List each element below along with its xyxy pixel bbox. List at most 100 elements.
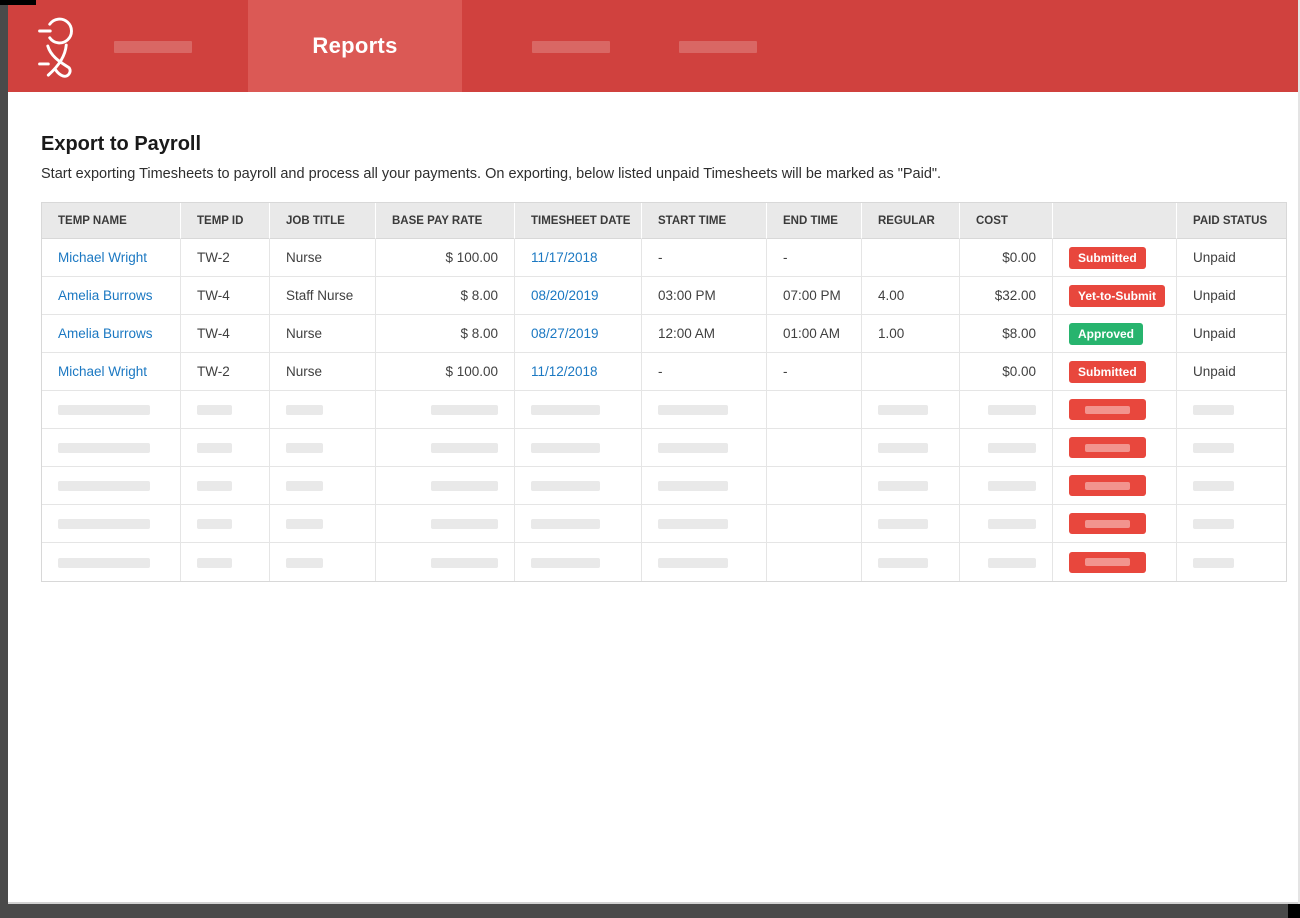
start-time-cell: - [642,353,767,391]
page-title: Export to Payroll [41,132,1298,156]
job-title-cell: Staff Nurse [270,277,376,315]
skeleton-bar [431,405,498,415]
skeleton-bar [286,481,323,491]
skeleton-bar [988,558,1036,568]
skeleton-bar [1085,406,1130,414]
skeleton-bar [431,443,498,453]
column-header-job-title: JOB TITLE [270,203,376,239]
skeleton-bar [431,481,498,491]
base-pay-rate-cell: $ 8.00 [376,277,515,315]
nav-item-placeholder-2[interactable] [532,41,610,53]
skeleton-bar [286,558,323,568]
tab-reports-label: Reports [312,33,397,59]
end-time-cell: - [767,353,862,391]
skeleton-table-row [42,543,1286,581]
end-time-cell: - [767,239,862,277]
skeleton-bar [1085,482,1130,490]
start-time-cell: - [642,239,767,277]
window-frame-left [0,0,8,918]
cost-cell: $0.00 [960,353,1053,391]
skeleton-bar [988,481,1036,491]
temp-name-link[interactable]: Amelia Burrows [58,288,153,303]
end-time-cell: 01:00 AM [767,315,862,353]
skeleton-bar [431,519,498,529]
skeleton-bar [1193,558,1234,568]
base-pay-rate-cell: $ 100.00 [376,353,515,391]
app-window: Reports Export to Payroll Start exportin… [8,0,1298,904]
skeleton-bar [58,443,150,453]
skeleton-bar [58,519,150,529]
paid-status-cell: Unpaid [1177,315,1286,353]
skeleton-bar [1193,443,1234,453]
skeleton-bar [658,558,728,568]
paid-status-cell: Unpaid [1177,353,1286,391]
skeleton-status-badge [1069,437,1146,458]
job-title-cell: Nurse [270,315,376,353]
column-header-end-time: END TIME [767,203,862,239]
skeleton-bar [878,405,928,415]
timesheet-date-link[interactable]: 11/17/2018 [531,250,598,265]
skeleton-status-badge [1069,513,1146,534]
page-description: Start exporting Timesheets to payroll an… [41,164,1298,184]
skeleton-bar [531,405,600,415]
nav-item-placeholder-3[interactable] [679,41,757,53]
tab-reports[interactable]: Reports [248,0,462,92]
window-frame-bottom [0,904,1300,918]
app-logo-icon[interactable] [34,15,82,79]
paid-status-cell: Unpaid [1177,277,1286,315]
table-body: Michael Wright TW-2 Nurse $ 100.00 11/17… [42,239,1286,581]
skeleton-table-row [42,467,1286,505]
column-header-temp-name: TEMP NAME [42,203,181,239]
table-row: Michael Wright TW-2 Nurse $ 100.00 11/12… [42,353,1286,391]
nav-item-placeholder-1[interactable] [114,41,192,53]
timesheet-date-link[interactable]: 08/27/2019 [531,326,599,341]
skeleton-bar [531,558,600,568]
skeleton-bar [878,519,928,529]
skeleton-bar [197,443,232,453]
window-corner-bottom-right [1288,904,1300,918]
skeleton-bar [58,481,150,491]
skeleton-bar [988,405,1036,415]
timesheet-date-link[interactable]: 08/20/2019 [531,288,599,303]
skeleton-bar [58,558,150,568]
table-row: Amelia Burrows TW-4 Staff Nurse $ 8.00 0… [42,277,1286,315]
skeleton-bar [286,405,323,415]
timesheet-table-container: TEMP NAME TEMP ID JOB TITLE BASE PAY RAT… [41,202,1287,582]
temp-name-link[interactable]: Amelia Burrows [58,326,153,341]
skeleton-bar [58,405,150,415]
top-nav-bar: Reports [8,0,1298,92]
start-time-cell: 12:00 AM [642,315,767,353]
job-title-cell: Nurse [270,239,376,277]
skeleton-bar [1193,405,1234,415]
column-header-regular: REGULAR [862,203,960,239]
temp-id-cell: TW-2 [181,353,270,391]
temp-name-link[interactable]: Michael Wright [58,250,147,265]
skeleton-bar [878,558,928,568]
skeleton-bar [658,481,728,491]
regular-cell [862,353,960,391]
skeleton-bar [878,481,928,491]
main-content: Export to Payroll Start exporting Timesh… [8,92,1298,582]
skeleton-bar [658,443,728,453]
regular-cell: 1.00 [862,315,960,353]
cost-cell: $32.00 [960,277,1053,315]
temp-name-link[interactable]: Michael Wright [58,364,147,379]
status-badge: Submitted [1069,361,1146,383]
skeleton-bar [988,519,1036,529]
skeleton-table-row [42,429,1286,467]
skeleton-bar [197,405,232,415]
skeleton-bar [1085,520,1130,528]
timesheet-date-link[interactable]: 11/12/2018 [531,364,598,379]
regular-cell [862,239,960,277]
skeleton-bar [658,519,728,529]
job-title-cell: Nurse [270,353,376,391]
temp-id-cell: TW-4 [181,315,270,353]
skeleton-bar [1085,558,1130,566]
skeleton-bar [431,558,498,568]
skeleton-bar [658,405,728,415]
skeleton-bar [286,443,323,453]
temp-id-cell: TW-4 [181,277,270,315]
status-badge: Yet-to-Submit [1069,285,1165,307]
start-time-cell: 03:00 PM [642,277,767,315]
status-badge: Submitted [1069,247,1146,269]
